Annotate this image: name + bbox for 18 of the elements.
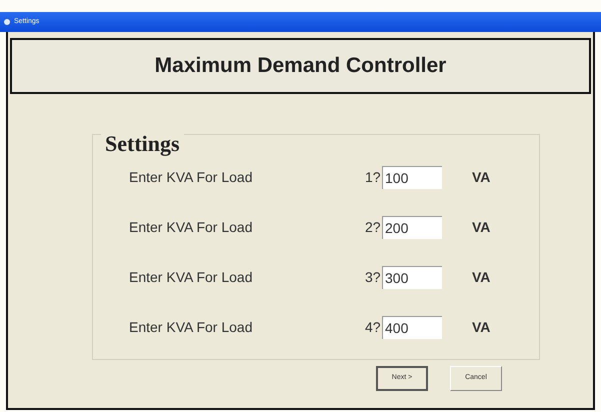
kva-input[interactable]: 300 xyxy=(382,266,442,289)
unit-label: VA xyxy=(472,168,490,187)
field-label: Enter KVA For Load xyxy=(129,318,254,337)
field-label: Enter KVA For Load xyxy=(129,168,254,187)
window-icon xyxy=(4,19,10,25)
unit-label: VA xyxy=(472,218,490,237)
load-index: 3? xyxy=(365,268,382,287)
field-label: Enter KVA For Load xyxy=(129,218,254,237)
kva-input[interactable]: 100 xyxy=(382,166,442,189)
kva-input[interactable]: 200 xyxy=(382,216,442,239)
kva-input[interactable]: 400 xyxy=(382,316,442,339)
header-title: Maximum Demand Controller xyxy=(154,53,446,80)
unit-label: VA xyxy=(472,318,490,337)
load-index: 4? xyxy=(365,318,382,337)
load-index: 2? xyxy=(365,218,382,237)
unit-label: VA xyxy=(472,268,490,287)
load-index: 1? xyxy=(365,168,382,187)
field-label: Enter KVA For Load xyxy=(129,268,254,287)
